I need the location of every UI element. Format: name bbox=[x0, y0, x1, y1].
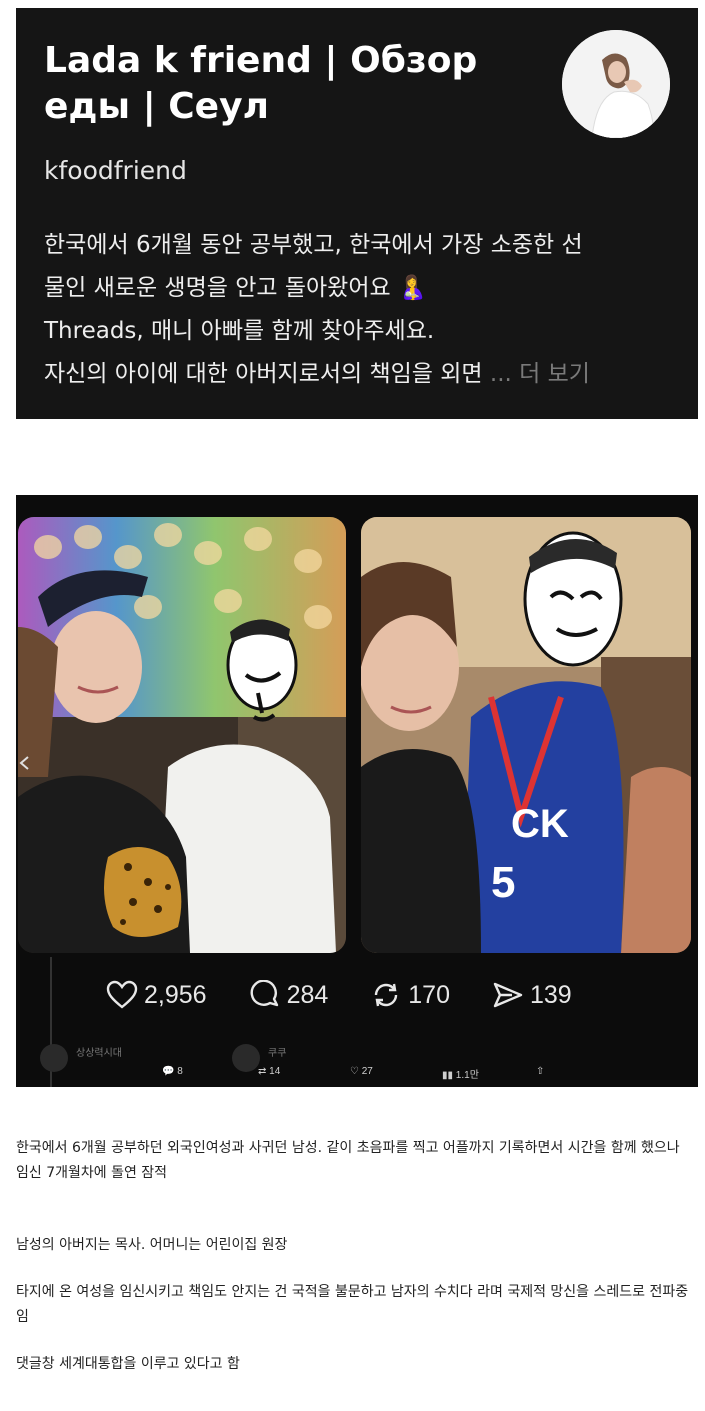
comment-count: 284 bbox=[286, 980, 329, 1009]
send-arrow-icon bbox=[493, 982, 523, 1008]
article-paragraph: 타지에 온 여성을 임신시키고 책임도 안지는 건 국적을 불문하고 남자의 수… bbox=[16, 1284, 689, 1325]
reply-comment-value: 8 bbox=[177, 1066, 183, 1077]
article-paragraph: 한국에서 6개월 공부하던 외국인여성과 사귀던 남성. 같이 초음파를 찍고 … bbox=[16, 1140, 680, 1181]
heart-icon bbox=[106, 980, 138, 1009]
share-count: 139 bbox=[530, 980, 572, 1009]
reply-username: 쿠쿠 bbox=[268, 1048, 287, 1059]
bio-line-text: 자신의 아이에 대한 아버지로서의 책임을 외면 bbox=[44, 361, 483, 387]
repost-count: 170 bbox=[408, 980, 450, 1009]
profile-card: Lada k friend | Обзор еды | Сеул kfoodfr… bbox=[16, 8, 698, 419]
like-button[interactable]: 2,956 bbox=[106, 980, 207, 1010]
post-card: CK 5 2,956 284 170 139 상상력시대 쿠쿠 💬 8 ⇄ 14… bbox=[16, 495, 698, 1087]
reply-like-value: 27 bbox=[361, 1066, 373, 1077]
post-photo-right[interactable]: CK 5 bbox=[361, 517, 691, 953]
article-paragraph: 댓글창 세계대통합을 이루고 있다고 함 bbox=[16, 1356, 240, 1372]
comment-bubble-icon bbox=[250, 980, 278, 1007]
see-more-link[interactable]: ... 더 보기 bbox=[490, 361, 590, 387]
article-body: 한국에서 6개월 공부하던 외국인여성과 사귀던 남성. 같이 초음파를 찍고 … bbox=[16, 1136, 691, 1377]
profile-bio: 한국에서 6개월 동안 공부했고, 한국에서 가장 소중한 선 물인 새로운 생… bbox=[44, 224, 674, 396]
post-stats: 2,956 284 170 139 bbox=[106, 975, 614, 1015]
reply-view-count[interactable]: ▮▮ 1.1만 bbox=[442, 1066, 479, 1081]
reply-repost-value: 14 bbox=[269, 1066, 281, 1077]
svg-text:5: 5 bbox=[491, 858, 515, 907]
post-photo-left[interactable] bbox=[18, 517, 346, 953]
bio-line: 물인 새로운 생명을 안고 돌아왔어요 🤱 bbox=[44, 275, 427, 301]
article-paragraph: 남성의 아버지는 목사. 어머니는 어린이집 원장 bbox=[16, 1237, 288, 1253]
reply-repost-count[interactable]: ⇄ 14 bbox=[258, 1066, 280, 1077]
carousel-prev-button[interactable] bbox=[16, 748, 34, 778]
photo-couple-lanterns bbox=[18, 517, 346, 953]
profile-handle[interactable]: kfoodfriend bbox=[44, 156, 187, 185]
reply-username: 상상력시대 bbox=[76, 1048, 122, 1059]
reply-view-value: 1.1만 bbox=[455, 1070, 479, 1081]
comment-button[interactable]: 284 bbox=[249, 980, 329, 1010]
repost-button[interactable]: 170 bbox=[370, 980, 450, 1010]
profile-name: Lada k friend | Обзор еды | Сеул bbox=[44, 40, 478, 127]
faint-reply-row: 상상력시대 쿠쿠 💬 8 ⇄ 14 ♡ 27 ▮▮ 1.1만 ⇧ bbox=[36, 1040, 696, 1087]
svg-text:CK: CK bbox=[511, 802, 569, 846]
avatar[interactable] bbox=[562, 30, 670, 138]
chevron-left-icon bbox=[19, 756, 29, 770]
like-count: 2,956 bbox=[144, 980, 207, 1009]
photo-couple-pool: CK 5 bbox=[361, 517, 691, 953]
upload-icon[interactable]: ⇧ bbox=[536, 1066, 544, 1077]
bio-line-last: 자신의 아이에 대한 아버지로서의 책임을 외면 ... 더 보기 bbox=[44, 353, 674, 396]
bio-line: 한국에서 6개월 동안 공부했고, 한국에서 가장 소중한 선 bbox=[44, 232, 583, 258]
avatar bbox=[40, 1044, 68, 1072]
bio-line: Threads, 매니 아빠를 함께 찾아주세요. bbox=[44, 318, 435, 344]
reply-comment-count[interactable]: 💬 8 bbox=[162, 1066, 183, 1077]
avatar-photo bbox=[562, 30, 670, 138]
avatar bbox=[232, 1044, 260, 1072]
reply-like-count[interactable]: ♡ 27 bbox=[350, 1066, 373, 1077]
share-button[interactable]: 139 bbox=[492, 980, 572, 1010]
repost-arrows-icon bbox=[375, 983, 398, 1007]
